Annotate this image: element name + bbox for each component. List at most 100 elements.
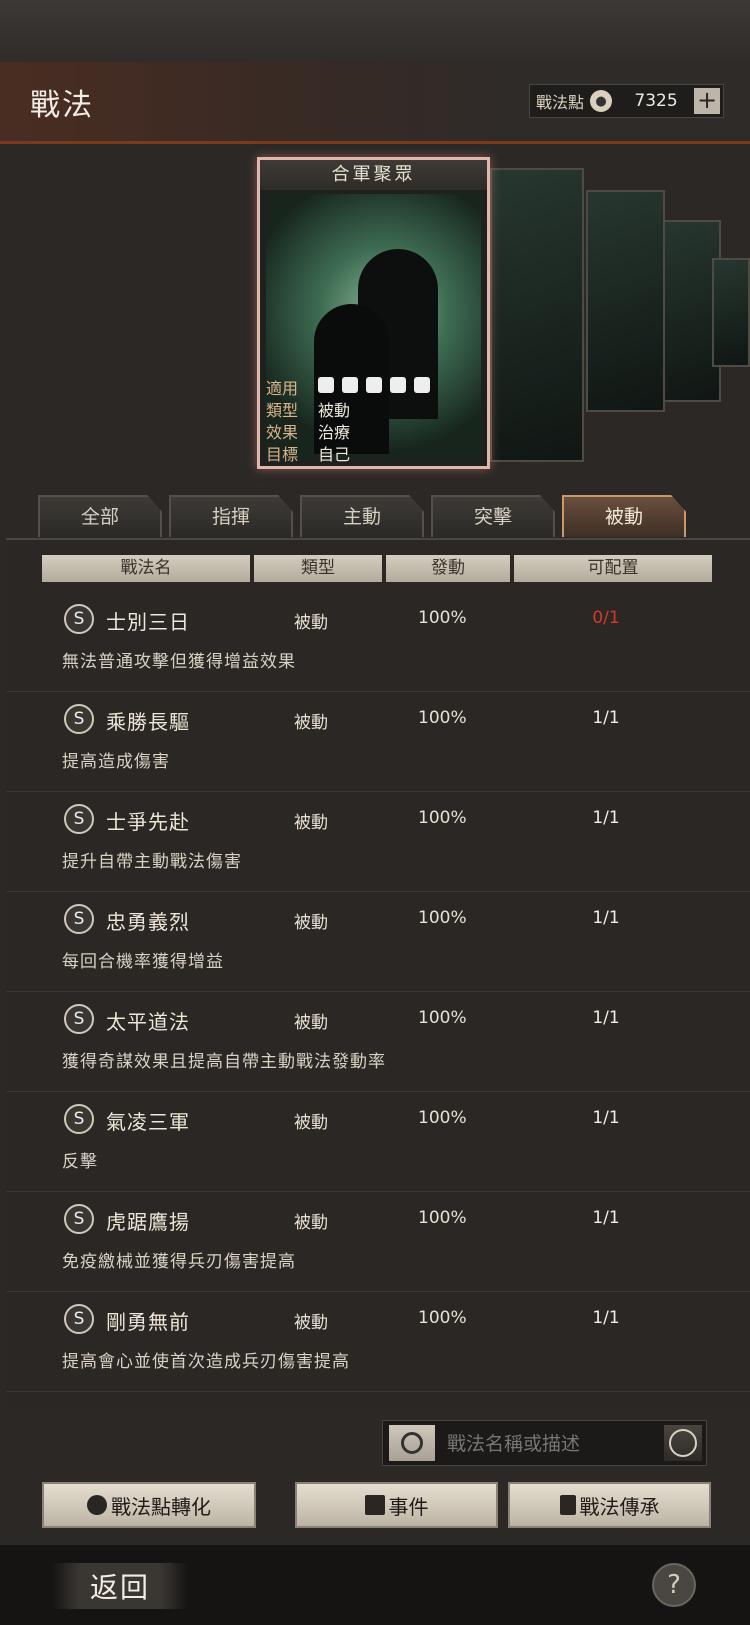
inherit-tactic-label: 戰法傳承 (579, 1494, 660, 1519)
tactic-name: 虎踞鷹揚 (106, 1210, 190, 1234)
carousel-card[interactable] (490, 168, 584, 462)
page-title: 戰法 (30, 88, 94, 123)
tactic-rate: 100% (418, 908, 467, 928)
tactic-description: 獲得奇謀效果且提高自帶主動戰法發動率 (62, 1052, 386, 1072)
list-item[interactable]: S 虎踞鷹揚 被動 100% 1/1 免疫繳械並獲得兵刃傷害提高 (6, 1192, 750, 1292)
tactic-description: 提高造成傷害 (62, 752, 170, 772)
tactic-name: 剛勇無前 (106, 1310, 190, 1334)
tab-passive[interactable]: 被動 (562, 495, 686, 537)
stat-value: 治療 (318, 423, 351, 442)
card-stat-row: 類型 被動 (260, 398, 487, 420)
tactic-slots: 1/1 (592, 1108, 620, 1128)
list-item[interactable]: S 乘勝長驅 被動 100% 1/1 提高造成傷害 (6, 692, 750, 792)
tactic-description: 每回合機率獲得增益 (62, 952, 224, 972)
stat-key: 效果 (266, 423, 299, 442)
hammer-icon (559, 1495, 576, 1515)
top-banner (0, 0, 750, 62)
tactic-rate: 100% (418, 808, 467, 828)
grade-badge: S (64, 704, 94, 734)
events-button[interactable]: 事件 (295, 1482, 498, 1528)
ink-drop-icon: ● (590, 90, 613, 112)
tactic-name: 太平道法 (106, 1010, 190, 1034)
tactic-rate: 100% (418, 1008, 467, 1028)
header-bar: 戰法 戰法點 ● 7325 + (0, 62, 750, 144)
tactic-slots: 1/1 (592, 908, 620, 928)
ink-drop-icon (87, 1495, 107, 1515)
tab-all[interactable]: 全部 (38, 495, 162, 537)
notice-icon (364, 1495, 385, 1515)
tactic-name: 忠勇義烈 (106, 910, 190, 934)
table-header: 戰法名 類型 發動 可配置 (42, 555, 716, 582)
tactic-slots: 1/1 (592, 1008, 620, 1028)
tactics-list-panel: 戰法名 類型 發動 可配置 S 士別三日 被動 100% 0/1 無法普通攻擊但… (6, 538, 750, 1410)
tactic-rate: 100% (418, 1208, 467, 1228)
tactic-slots: 1/1 (592, 708, 620, 728)
column-header-slots[interactable]: 可配置 (514, 555, 712, 582)
tactic-type: 被動 (294, 1313, 328, 1333)
tactic-slots: 0/1 (592, 608, 620, 628)
tactic-name: 士別三日 (106, 610, 190, 634)
card-stat-row: 適用 (260, 376, 487, 398)
tactic-slots: 1/1 (592, 808, 620, 828)
grade-badge: S (64, 1104, 94, 1134)
tactic-slots: 1/1 (592, 1308, 620, 1328)
column-header-rate[interactable]: 發動 (386, 555, 510, 582)
selected-tactic-card[interactable]: 合軍聚眾 適用 類型 被動 效果 治療 目標 自己 (257, 157, 490, 469)
history-button[interactable] (664, 1425, 702, 1461)
bow-icon (366, 377, 382, 393)
back-button[interactable]: 返回 (52, 1563, 188, 1609)
tactic-rate: 100% (418, 608, 467, 628)
card-stat-row: 目標 自己 (260, 442, 487, 464)
search-button[interactable] (389, 1425, 435, 1461)
convert-points-button[interactable]: 戰法點轉化 (42, 1482, 256, 1528)
tactic-points-value: 7325 (634, 91, 678, 111)
add-points-button[interactable]: + (694, 88, 720, 114)
grade-badge: S (64, 1204, 94, 1234)
tactics-list: S 士別三日 被動 100% 0/1 無法普通攻擊但獲得增益效果 S 乘勝長驅 … (6, 592, 750, 1392)
carousel-card[interactable] (586, 190, 665, 412)
category-tabs: 全部 指揮 主動 突擊 被動 (38, 495, 693, 537)
footer-bar: 返回 ? (0, 1545, 750, 1625)
list-item[interactable]: S 太平道法 被動 100% 1/1 獲得奇謀效果且提高自帶主動戰法發動率 (6, 992, 750, 1092)
stat-key: 適用 (266, 379, 299, 398)
cavalry-icon (318, 377, 334, 393)
card-title: 合軍聚眾 (260, 160, 487, 190)
tactic-type: 被動 (294, 813, 328, 833)
wheel-icon (414, 377, 430, 393)
tactic-type: 被動 (294, 1213, 328, 1233)
events-label: 事件 (388, 1494, 429, 1519)
inherit-tactic-button[interactable]: 戰法傳承 (508, 1482, 711, 1528)
column-header-type[interactable]: 類型 (254, 555, 382, 582)
list-item[interactable]: S 忠勇義烈 被動 100% 1/1 每回合機率獲得增益 (6, 892, 750, 992)
list-item[interactable]: S 士爭先赴 被動 100% 1/1 提升自帶主動戰法傷害 (6, 792, 750, 892)
tactic-description: 反擊 (62, 1152, 98, 1172)
tab-active[interactable]: 主動 (300, 495, 424, 537)
tab-assault[interactable]: 突擊 (431, 495, 555, 537)
search-input[interactable] (445, 1429, 649, 1459)
tactic-rate: 100% (418, 708, 467, 728)
help-button[interactable]: ? (652, 1563, 696, 1607)
shield-icon (342, 377, 358, 393)
tactic-name: 氣凌三軍 (106, 1110, 190, 1134)
tactic-description: 無法普通攻擊但獲得增益效果 (62, 652, 296, 672)
list-item[interactable]: S 氣凌三軍 被動 100% 1/1 反擊 (6, 1092, 750, 1192)
tactic-slots: 1/1 (592, 1208, 620, 1228)
unit-type-icons (318, 377, 438, 397)
carousel-card[interactable] (712, 258, 750, 367)
tactic-rate: 100% (418, 1108, 467, 1128)
list-item[interactable]: S 剛勇無前 被動 100% 1/1 提高會心並使首次造成兵刃傷害提高 (6, 1292, 750, 1392)
tactic-name: 乘勝長驅 (106, 710, 190, 734)
list-item[interactable]: S 士別三日 被動 100% 0/1 無法普通攻擊但獲得增益效果 (6, 592, 750, 692)
stat-value: 自己 (318, 445, 351, 464)
card-stats: 適用 類型 被動 效果 治療 目標 自己 (260, 376, 487, 464)
tactic-name: 士爭先赴 (106, 810, 190, 834)
grade-badge: S (64, 1304, 94, 1334)
tactic-type: 被動 (294, 1113, 328, 1133)
grade-badge: S (64, 1004, 94, 1034)
search-icon (401, 1432, 423, 1454)
tab-command[interactable]: 指揮 (169, 495, 293, 537)
column-header-name[interactable]: 戰法名 (42, 555, 250, 582)
stat-key: 類型 (266, 401, 299, 420)
tactic-description: 提升自帶主動戰法傷害 (62, 852, 242, 872)
search-bar (382, 1420, 707, 1466)
